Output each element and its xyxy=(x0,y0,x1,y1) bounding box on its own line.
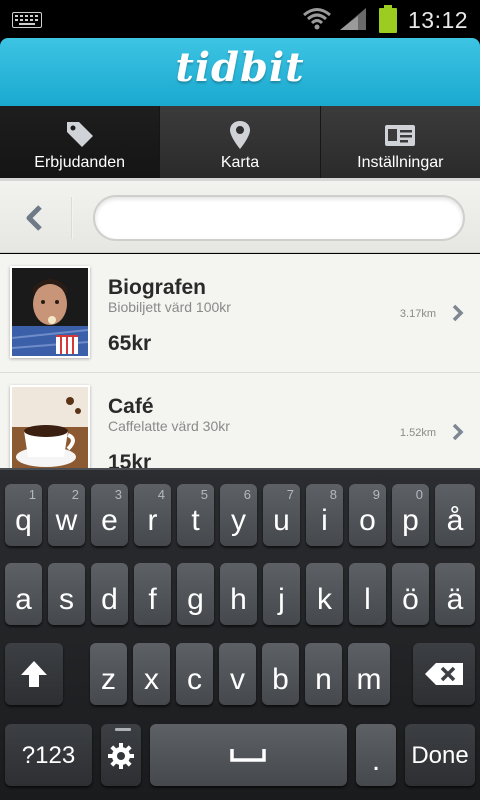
offer-thumbnail xyxy=(10,266,90,358)
key-h[interactable]: h xyxy=(220,563,257,625)
key-odiaeresis[interactable]: ö xyxy=(392,563,429,625)
key-y[interactable]: 6y xyxy=(220,484,257,546)
signal-icon xyxy=(340,8,366,30)
key-v[interactable]: v xyxy=(219,643,256,705)
wifi-icon xyxy=(303,8,331,30)
keyboard-icon xyxy=(12,12,42,28)
tab-installningar[interactable]: Inställningar xyxy=(320,106,480,180)
list-item[interactable]: Café Caffelatte värd 30kr 15kr 1.52km xyxy=(0,373,480,468)
id-card-icon xyxy=(385,125,416,146)
search-bar xyxy=(0,181,480,253)
offer-thumbnail xyxy=(10,385,90,468)
key-l[interactable]: l xyxy=(349,563,386,625)
key-w[interactable]: 2w xyxy=(48,484,85,546)
backspace-key[interactable] xyxy=(413,643,475,705)
offer-distance: 3.17km xyxy=(399,308,436,320)
key-d[interactable]: d xyxy=(91,563,128,625)
key-i[interactable]: 8i xyxy=(306,484,343,546)
key-o[interactable]: 9o xyxy=(349,484,386,546)
offer-price: 15kr xyxy=(108,451,152,468)
key-aring[interactable]: å xyxy=(435,484,475,546)
settings-key[interactable] xyxy=(101,724,141,786)
list-item[interactable]: Biografen Biobiljett värd 100kr 65kr 3.1… xyxy=(0,254,480,373)
key-j[interactable]: j xyxy=(263,563,300,625)
key-q[interactable]: 1q xyxy=(5,484,42,546)
tab-erbjudanden[interactable]: Erbjudanden xyxy=(0,106,161,180)
cinema-person-photo xyxy=(12,268,88,356)
gear-icon xyxy=(108,743,134,769)
clock: 13:12 xyxy=(408,7,469,33)
offer-subtitle: Biobiljett värd 100kr xyxy=(108,299,231,315)
battery-icon xyxy=(379,5,397,33)
key-adiaeresis[interactable]: ä xyxy=(435,563,475,625)
tab-label: Inställningar xyxy=(357,154,444,171)
shift-key[interactable] xyxy=(5,643,63,705)
divider xyxy=(71,197,73,239)
key-f[interactable]: f xyxy=(134,563,171,625)
key-x[interactable]: x xyxy=(133,643,170,705)
key-r[interactable]: 4r xyxy=(134,484,171,546)
app-header: tidbit xyxy=(0,38,480,106)
offer-list: Biografen Biobiljett värd 100kr 65kr 3.1… xyxy=(0,254,480,468)
tab-bar: Erbjudanden Karta Inställningar xyxy=(0,106,480,180)
status-bar: 13:12 xyxy=(0,0,480,38)
offer-title: Café xyxy=(108,395,154,418)
offer-subtitle: Caffelatte värd 30kr xyxy=(108,418,230,434)
search-input[interactable] xyxy=(93,195,465,241)
tab-karta[interactable]: Karta xyxy=(160,106,321,180)
back-chevron-icon[interactable] xyxy=(22,203,46,233)
coffee-cup-photo xyxy=(12,387,88,468)
key-p[interactable]: 0p xyxy=(392,484,429,546)
offer-title: Biografen xyxy=(108,276,207,299)
done-key[interactable]: Done xyxy=(405,724,475,786)
key-u[interactable]: 7u xyxy=(263,484,300,546)
key-n[interactable]: n xyxy=(305,643,342,705)
key-c[interactable]: c xyxy=(176,643,213,705)
key-g[interactable]: g xyxy=(177,563,214,625)
key-z[interactable]: z xyxy=(90,643,127,705)
key-a[interactable]: a xyxy=(5,563,42,625)
key-hint-bar xyxy=(115,728,131,731)
offer-distance: 1.52km xyxy=(399,427,436,439)
map-pin-icon xyxy=(229,121,250,149)
key-m[interactable]: m xyxy=(348,643,390,705)
key-k[interactable]: k xyxy=(306,563,343,625)
shift-arrow-icon xyxy=(21,661,47,687)
tag-icon xyxy=(66,122,93,147)
offer-price: 65kr xyxy=(108,332,152,355)
key-s[interactable]: s xyxy=(48,563,85,625)
space-icon xyxy=(230,749,266,762)
backspace-icon xyxy=(425,663,463,685)
tab-label: Erbjudanden xyxy=(34,154,126,171)
space-key[interactable] xyxy=(150,724,347,786)
key-e[interactable]: 3e xyxy=(91,484,128,546)
app-logo: tidbit xyxy=(175,44,305,91)
symbols-key[interactable]: ?123 xyxy=(5,724,92,786)
tab-label: Karta xyxy=(220,154,260,171)
chevron-right-icon xyxy=(452,304,464,322)
key-b[interactable]: b xyxy=(262,643,299,705)
key-t[interactable]: 5t xyxy=(177,484,214,546)
period-key[interactable]: . xyxy=(356,724,396,786)
soft-keyboard: 1q 2w 3e 4r 5t 6y 7u 8i 9o 0p å a s d f … xyxy=(0,468,480,800)
chevron-right-icon xyxy=(452,423,464,441)
